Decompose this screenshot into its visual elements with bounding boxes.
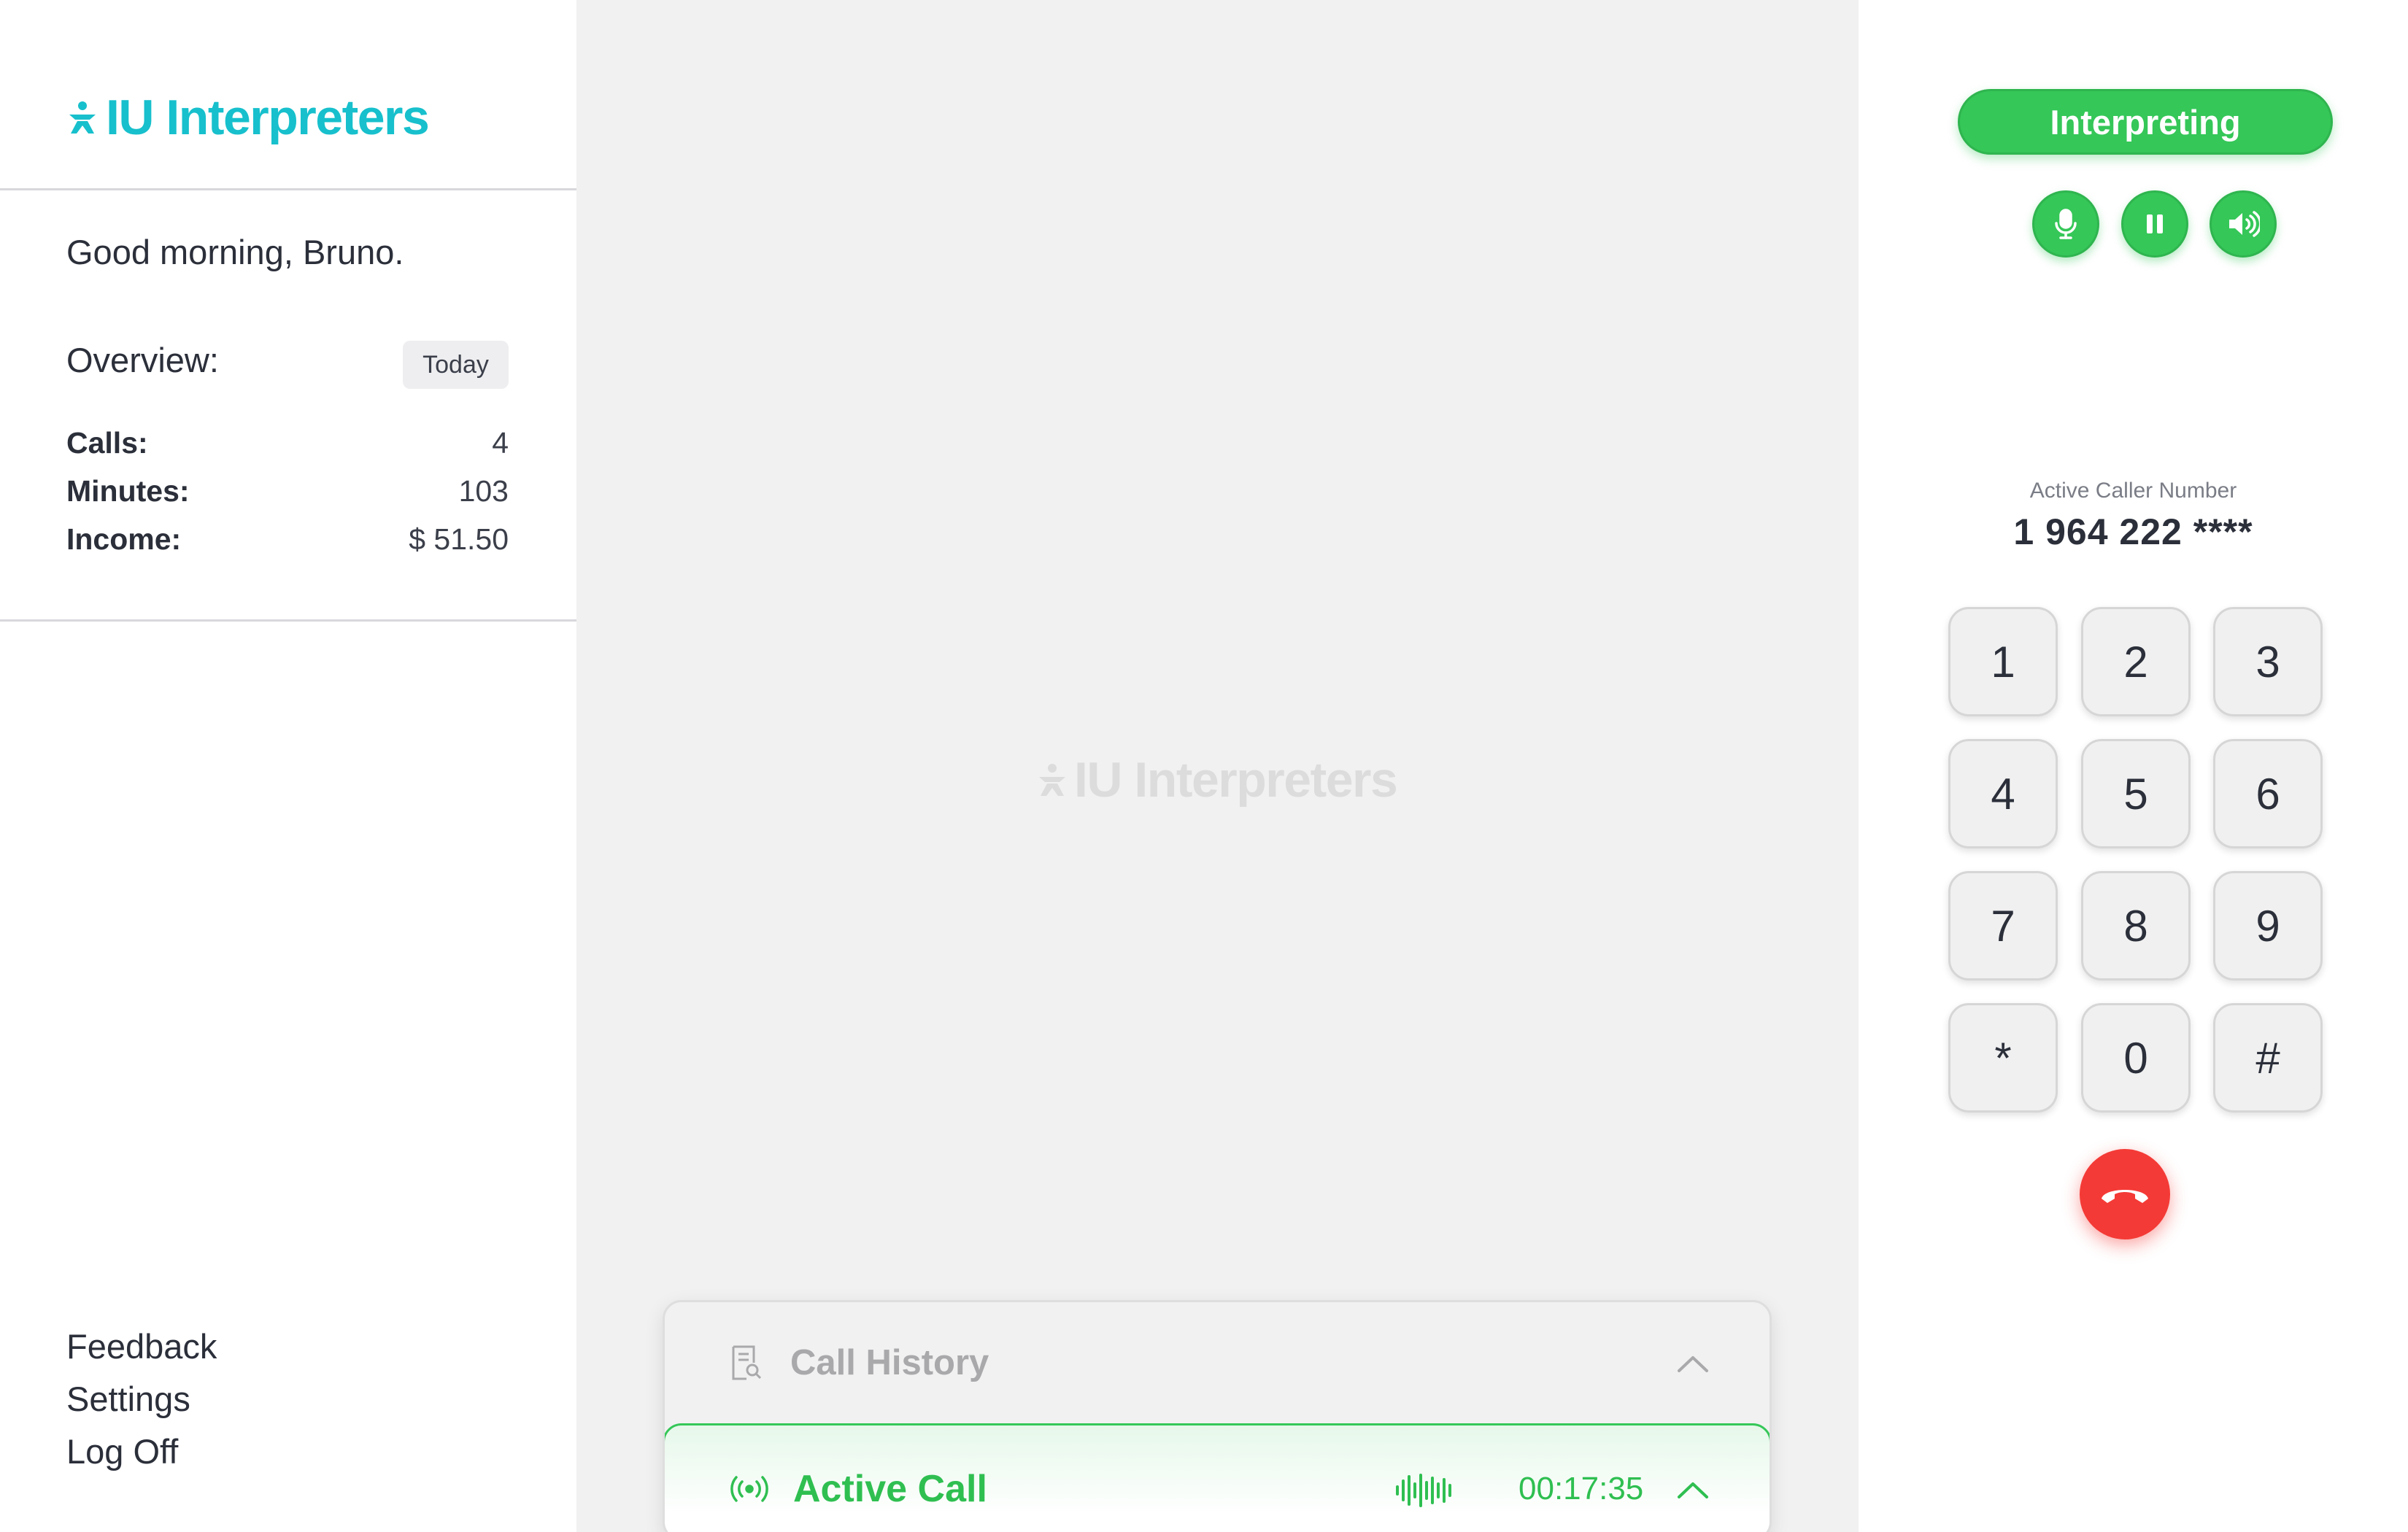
- hold-button[interactable]: [2121, 190, 2188, 258]
- broadcast-signal-icon: [730, 1476, 768, 1502]
- brand-logo[interactable]: IU Interpreters: [66, 89, 430, 146]
- keypad-key-5[interactable]: 5: [2081, 739, 2191, 848]
- keypad-key-hash[interactable]: #: [2213, 1003, 2323, 1113]
- keypad-key-7[interactable]: 7: [1948, 871, 2058, 980]
- overview-title: Overview:: [66, 341, 219, 379]
- stat-label: Calls:: [66, 426, 148, 460]
- keypad-key-star[interactable]: *: [1948, 1003, 2058, 1113]
- dialer-panel: Interpreting Active Caller Number 1 964 …: [1859, 0, 2408, 1532]
- stat-label: Minutes:: [66, 474, 190, 508]
- divider: [0, 188, 576, 190]
- audio-waveform-icon: [1396, 1474, 1451, 1507]
- sidebar: IU Interpreters Good morning, Bruno. Ove…: [0, 0, 576, 1532]
- stat-minutes: Minutes: 103: [66, 474, 509, 508]
- keypad-key-8[interactable]: 8: [2081, 871, 2191, 980]
- mute-button[interactable]: [2032, 190, 2099, 258]
- main-area: IU Interpreters Call History Active Call…: [576, 0, 1859, 1532]
- stat-value: $ 51.50: [409, 522, 509, 556]
- active-call-title: Active Call: [793, 1468, 987, 1510]
- keypad-key-0[interactable]: 0: [2081, 1003, 2191, 1113]
- call-history-title: Call History: [790, 1343, 989, 1382]
- active-call-row[interactable]: Active Call 00:17:35: [665, 1423, 1770, 1532]
- stat-value: 4: [492, 426, 509, 460]
- call-timer: 00:17:35: [1518, 1471, 1644, 1506]
- settings-link[interactable]: Settings: [66, 1379, 190, 1419]
- keypad-key-1[interactable]: 1: [1948, 607, 2058, 716]
- logo-icon: [69, 101, 96, 134]
- pause-icon: [2147, 214, 2163, 233]
- app: IU Interpreters Good morning, Bruno. Ove…: [0, 0, 2408, 1532]
- document-search-icon: [732, 1345, 762, 1380]
- feedback-link[interactable]: Feedback: [66, 1326, 217, 1366]
- greeting: Good morning, Bruno.: [66, 233, 404, 271]
- keypad-key-2[interactable]: 2: [2081, 607, 2191, 716]
- caller-number: 1 964 222 ****: [2013, 511, 2253, 552]
- microphone-icon: [2055, 209, 2077, 239]
- stat-value: 103: [458, 474, 509, 508]
- stat-income: Income: $ 51.50: [66, 522, 509, 557]
- stat-calls: Calls: 4: [66, 426, 509, 460]
- call-history-header[interactable]: Call History: [665, 1302, 1770, 1423]
- call-history-panel: Call History Active Call 00:17:35: [663, 1300, 1772, 1532]
- end-call-button[interactable]: [2080, 1149, 2170, 1239]
- speaker-button[interactable]: [2210, 190, 2277, 258]
- watermark-text: IU Interpreters: [1074, 752, 1398, 808]
- stat-label: Income:: [66, 522, 182, 556]
- interpreting-status-button[interactable]: Interpreting: [1958, 89, 2333, 155]
- period-filter-chip[interactable]: Today: [403, 341, 509, 389]
- watermark-logo: IU Interpreters: [1036, 751, 1398, 808]
- chevron-up-icon[interactable]: [1676, 1353, 1710, 1374]
- chevron-up-icon[interactable]: [1676, 1479, 1710, 1500]
- logo-icon: [1039, 764, 1065, 796]
- caller-number-label: Active Caller Number: [2029, 479, 2237, 503]
- brand-name: IU Interpreters: [106, 90, 430, 145]
- keypad-key-4[interactable]: 4: [1948, 739, 2058, 848]
- log-off-link[interactable]: Log Off: [66, 1431, 178, 1471]
- keypad-key-3[interactable]: 3: [2213, 607, 2323, 716]
- phone-hangup-icon: [2102, 1190, 2148, 1203]
- keypad-key-9[interactable]: 9: [2213, 871, 2323, 980]
- speaker-icon: [2229, 211, 2260, 237]
- divider: [0, 619, 576, 622]
- keypad-key-6[interactable]: 6: [2213, 739, 2323, 848]
